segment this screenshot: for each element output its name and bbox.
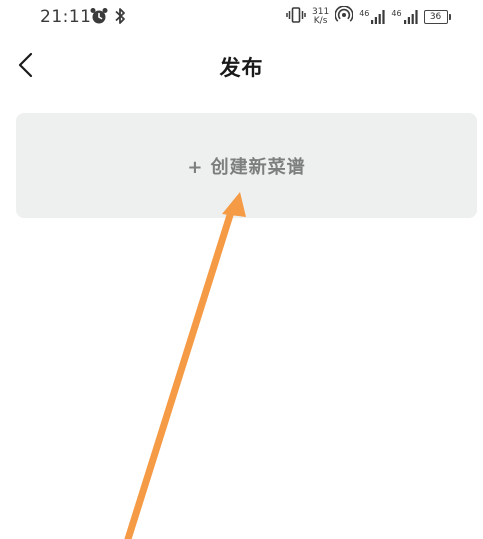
create-recipe-label: + 创建新菜谱 xyxy=(187,156,306,178)
net-speed: 311 K/s xyxy=(312,8,329,26)
header: 发布 xyxy=(0,40,483,90)
status-bar: 21:11 311 K/s 46 46 36 xyxy=(0,0,483,34)
net-speed-unit: K/s xyxy=(313,16,328,26)
signal-icon-1: 46 xyxy=(359,10,385,24)
screen: 21:11 311 K/s 46 46 36 发布 + 创建新菜谱 xyxy=(0,0,483,539)
battery-icon: 36 xyxy=(423,10,451,24)
create-recipe-button[interactable]: + 创建新菜谱 xyxy=(16,113,477,218)
hotspot-icon xyxy=(334,5,354,28)
signal-label-2: 46 xyxy=(391,9,402,18)
battery-level: 36 xyxy=(429,12,442,22)
status-right-icons: 311 K/s 46 46 36 xyxy=(286,5,451,28)
alarm-icon xyxy=(89,6,109,30)
signal-label-1: 46 xyxy=(359,9,370,18)
vibrate-icon xyxy=(286,6,306,28)
bluetooth-icon xyxy=(113,6,127,30)
status-time: 21:11 xyxy=(40,7,92,27)
signal-icon-2: 46 xyxy=(391,9,418,24)
page-title: 发布 xyxy=(219,56,264,80)
status-left-icons xyxy=(89,6,127,30)
